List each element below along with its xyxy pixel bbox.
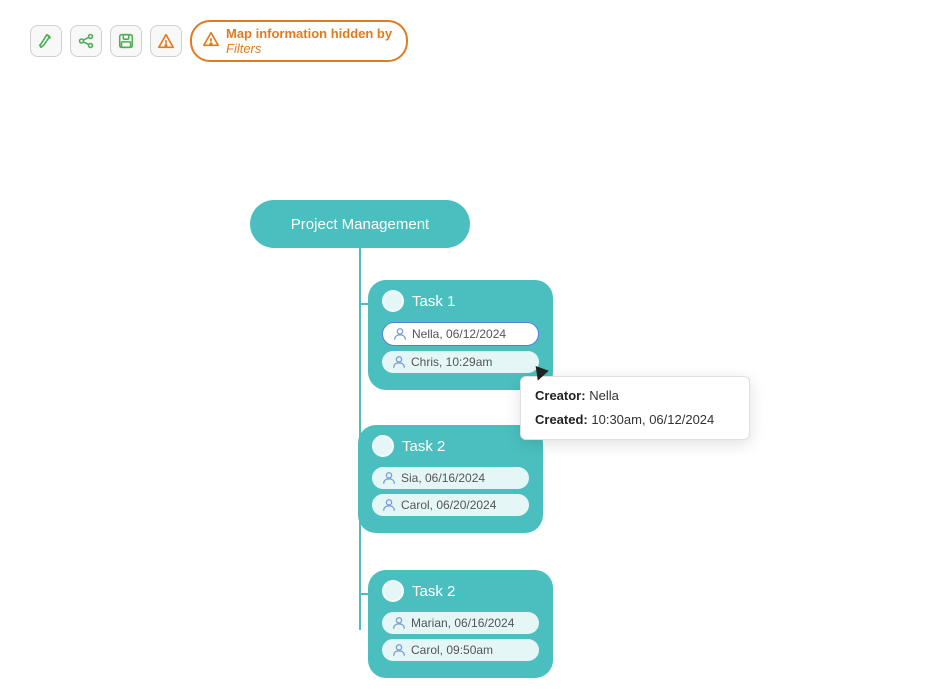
root-node-label: Project Management [291,216,429,233]
task2b-header: Task 2 [382,580,539,602]
person-icon-2b-1 [392,643,406,657]
task2b-row-0[interactable]: Marian, 06/16/2024 [382,612,539,634]
task2b-card[interactable]: Task 2 Marian, 06/16/2024 Carol, 09:50am [368,570,553,678]
tooltip-popup: Creator: Nella Created: 10:30am, 06/12/2… [520,376,750,440]
root-node[interactable]: Project Management [250,200,470,248]
person-icon-0 [393,327,407,341]
task1-row-1[interactable]: Chris, 10:29am [382,351,539,373]
tooltip-creator-value: Nella [589,388,619,403]
task2b-row-1[interactable]: Carol, 09:50am [382,639,539,661]
task2a-circle [372,435,394,457]
task1-circle [382,290,404,312]
tooltip-creator-row: Creator: Nella [535,387,735,405]
task2a-row-1[interactable]: Carol, 06/20/2024 [372,494,529,516]
person-icon-2a-0 [382,471,396,485]
task1-header: Task 1 [382,290,539,312]
task2a-row-0[interactable]: Sia, 06/16/2024 [372,467,529,489]
task2b-circle [382,580,404,602]
task1-card[interactable]: Task 1 Nella, 06/12/2024 Chris, 10:29am [368,280,553,390]
task2a-card[interactable]: Task 2 Sia, 06/16/2024 Carol, 06/20/2024 [358,425,543,533]
mindmap-canvas: Project Management Task 1 Nella, 06/12/2… [0,0,932,693]
task2a-header: Task 2 [372,435,529,457]
person-icon-1 [392,355,406,369]
tooltip-created-row: Created: 10:30am, 06/12/2024 [535,411,735,429]
person-icon-2b-0 [392,616,406,630]
person-icon-2a-1 [382,498,396,512]
task1-row-0[interactable]: Nella, 06/12/2024 [382,322,539,346]
tooltip-created-value: 10:30am, 06/12/2024 [591,412,714,427]
